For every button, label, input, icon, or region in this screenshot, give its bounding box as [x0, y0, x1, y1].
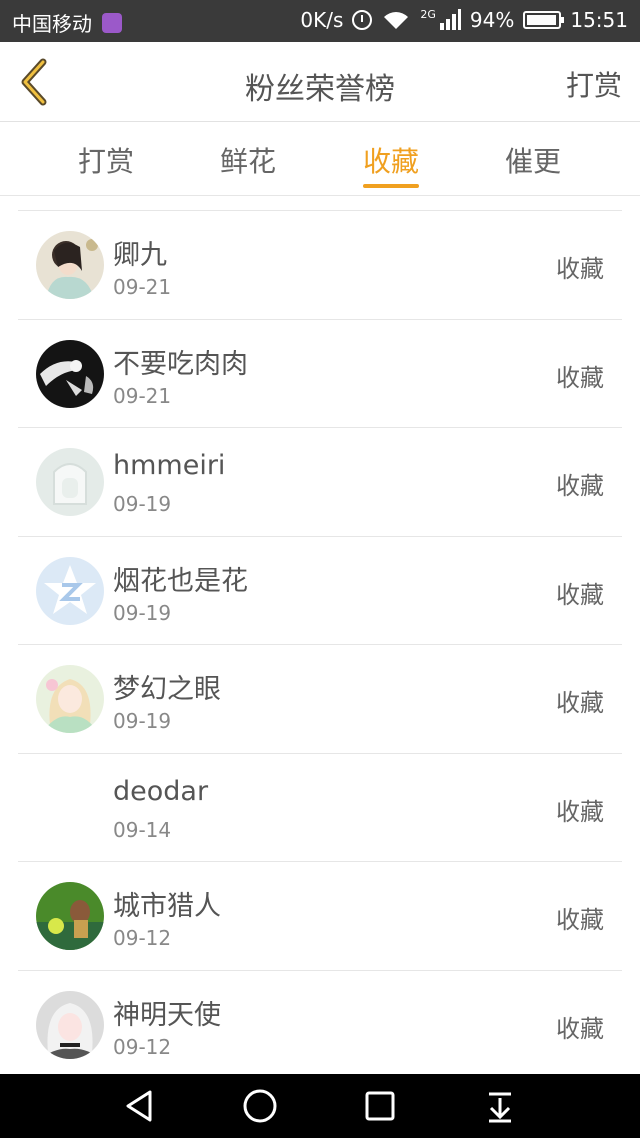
- avatar: [36, 448, 104, 516]
- list-item[interactable]: 不要吃肉肉 09-21 收藏: [18, 320, 622, 428]
- nav-recents-button[interactable]: [360, 1086, 400, 1126]
- user-name: 烟花也是花: [113, 565, 248, 597]
- app-notification-icon: [102, 12, 122, 33]
- fan-list: 卿九 09-21 收藏 不要吃肉肉 09-21 收藏 hmmeiri 09-19…: [18, 210, 622, 1079]
- list-item[interactable]: 烟花也是花 09-19 收藏: [18, 537, 622, 645]
- battery-percent: 94%: [469, 8, 515, 32]
- item-date: 09-19: [113, 600, 172, 625]
- item-date: 09-19: [113, 709, 172, 733]
- status-bar: 中国移动 0K/s 2G 94% 15:51: [0, 0, 640, 42]
- item-date: 09-14: [113, 817, 172, 842]
- tab-tip[interactable]: 打赏: [56, 140, 156, 180]
- avatar: [36, 339, 104, 408]
- signal-icon: [439, 9, 461, 31]
- item-date: 09-21: [113, 383, 172, 408]
- item-date: 09-12: [113, 1034, 172, 1059]
- user-name: hmmeiri: [113, 450, 226, 481]
- user-name: deodar: [113, 775, 209, 807]
- item-date: 09-19: [113, 492, 172, 516]
- list-item[interactable]: 卿九 09-21 收藏: [18, 211, 622, 320]
- tab-flowers[interactable]: 鲜花: [198, 140, 298, 180]
- item-action-label: 收藏: [556, 472, 604, 500]
- home-icon: [243, 1089, 277, 1123]
- item-date: 09-21: [113, 275, 172, 299]
- clock: 15:51: [570, 8, 628, 32]
- avatar: [36, 882, 104, 950]
- item-action-label: 收藏: [556, 1014, 604, 1043]
- item-action-label: 收藏: [556, 255, 604, 283]
- header-bar: 粉丝荣誉榜 打赏: [0, 42, 640, 122]
- network-speed: 0K/s: [300, 8, 344, 32]
- network-type: 2G: [420, 8, 436, 21]
- list-item[interactable]: hmmeiri 09-19 收藏: [18, 428, 622, 537]
- recents-icon: [365, 1091, 395, 1121]
- user-name: 卿九: [113, 240, 167, 271]
- battery-icon: [523, 11, 565, 29]
- user-name: 神明天使: [113, 999, 221, 1031]
- item-action-label: 收藏: [556, 689, 604, 717]
- list-item[interactable]: deodar 09-14 收藏: [18, 754, 622, 862]
- wifi-icon: [381, 9, 411, 31]
- nav-notification-button[interactable]: [480, 1086, 520, 1126]
- navigation-bar: [0, 1074, 640, 1138]
- notification-pull-icon: [489, 1092, 511, 1123]
- tab-urge-update[interactable]: 催更: [483, 140, 583, 180]
- active-tab-indicator: [363, 184, 419, 188]
- carrier-label: 中国移动: [12, 12, 92, 36]
- avatar: [36, 665, 104, 733]
- list-item[interactable]: 梦幻之眼 09-19 收藏: [18, 645, 622, 754]
- nav-back-button[interactable]: [120, 1086, 160, 1126]
- list-item[interactable]: 城市猎人 09-12 收藏: [18, 862, 622, 971]
- nav-home-button[interactable]: [240, 1086, 280, 1126]
- item-action-label: 收藏: [556, 906, 604, 934]
- list-item[interactable]: 神明天使 09-12 收藏: [18, 971, 622, 1080]
- item-action-label: 收藏: [556, 363, 604, 392]
- item-action-label: 收藏: [556, 580, 604, 609]
- avatar: [36, 773, 104, 842]
- tip-button[interactable]: 打赏: [566, 64, 622, 104]
- tab-bar: 打赏 鲜花 收藏 催更: [0, 122, 640, 196]
- back-icon: [126, 1090, 152, 1122]
- item-action-label: 收藏: [556, 797, 604, 826]
- user-name: 城市猎人: [113, 891, 221, 922]
- user-name: 梦幻之眼: [113, 674, 221, 705]
- page-title: 粉丝荣誉榜: [245, 72, 395, 107]
- avatar: [36, 556, 104, 625]
- user-name: 不要吃肉肉: [113, 348, 248, 380]
- alarm-icon: [352, 10, 373, 30]
- avatar: [36, 231, 104, 299]
- item-date: 09-12: [113, 926, 172, 950]
- tab-favorites[interactable]: 收藏: [341, 140, 441, 180]
- avatar: [36, 990, 104, 1059]
